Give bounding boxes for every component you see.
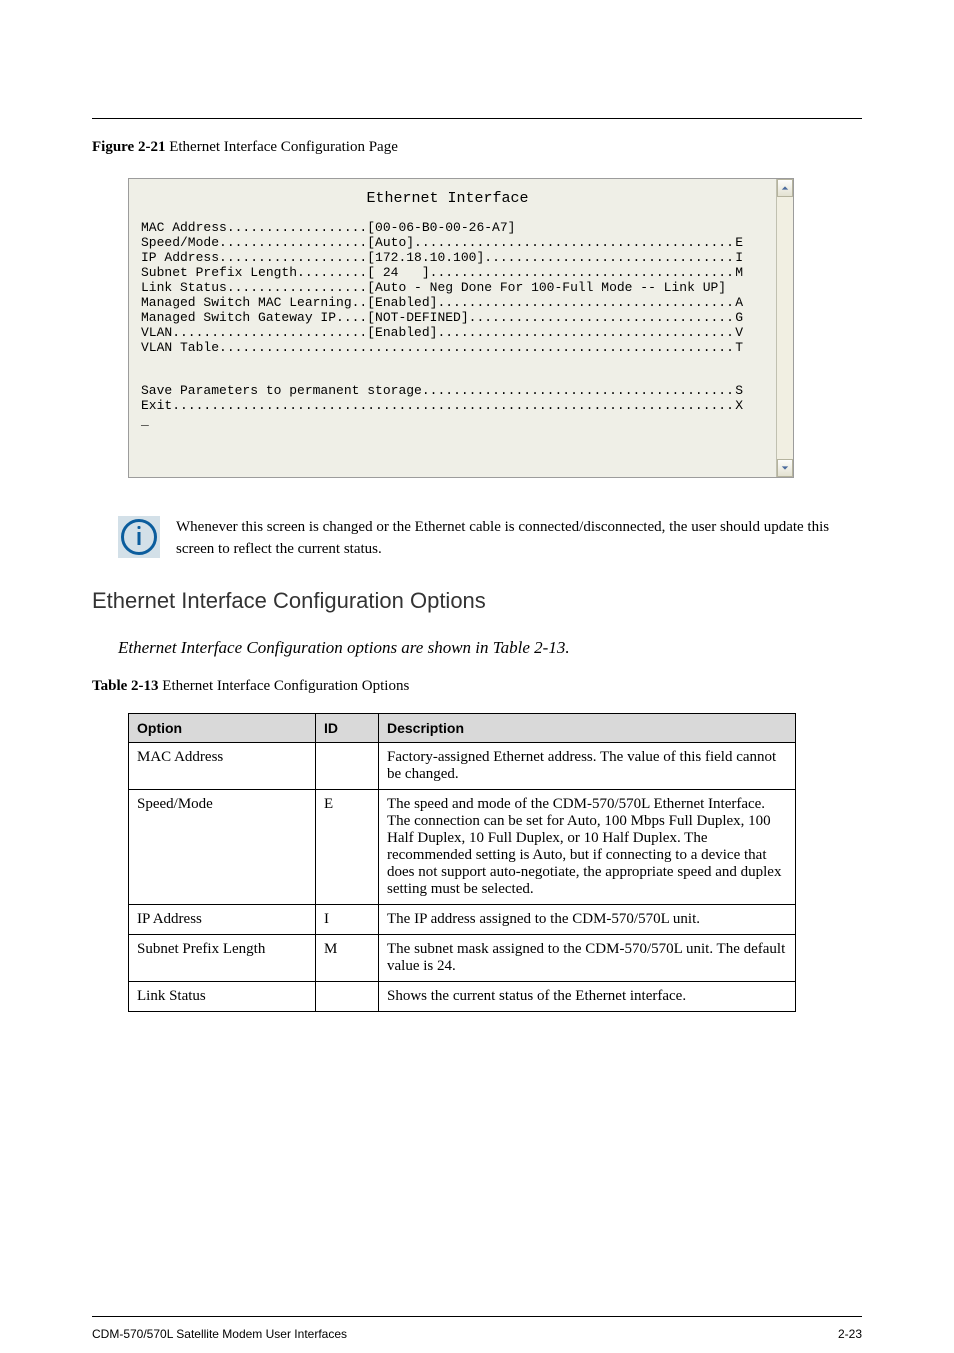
terminal-line: Link Status..................[Auto - Neg…: [141, 280, 743, 295]
terminal-line-left: Subnet Prefix Length.........[ 24 ]: [141, 265, 430, 280]
table-header-row: Option ID Description: [129, 714, 796, 743]
terminal-line-right: V: [735, 325, 743, 340]
terminal-line-right: G: [735, 310, 743, 325]
terminal-line-left: IP Address...................[172.18.10.…: [141, 250, 484, 265]
cell-id: [316, 982, 379, 1012]
terminal-line-left: Exit: [141, 398, 172, 413]
cell-option: Subnet Prefix Length: [129, 935, 316, 982]
scrollbar[interactable]: [776, 179, 793, 477]
scroll-up-button[interactable]: [777, 179, 793, 197]
terminal-line-fill: [219, 340, 735, 355]
terminal-line-left: VLAN.........................[Enabled]: [141, 325, 437, 340]
figure-caption: Figure 2-21 Ethernet Interface Configura…: [92, 139, 862, 156]
terminal-line: Managed Switch Gateway IP....[NOT-DEFINE…: [141, 310, 743, 325]
table-caption-title: Ethernet Interface Configuration Options: [159, 678, 410, 694]
terminal-line: MAC Address..................[00-06-B0-0…: [141, 220, 743, 235]
cell-id: M: [316, 935, 379, 982]
col-desc: Description: [379, 714, 796, 743]
terminal-line: Speed/Mode...................[Auto] E: [141, 235, 743, 250]
terminal-line-right: S: [735, 383, 743, 398]
chevron-up-icon: [781, 184, 789, 192]
terminal-line-left: VLAN Table: [141, 340, 219, 355]
terminal-line: Save Parameters to permanent storage S: [141, 383, 743, 398]
table-row: MAC Address Factory-assigned Ethernet add…: [129, 743, 796, 790]
terminal-line: Exit X: [141, 398, 743, 413]
table-row: Speed/ModeEThe speed and mode of the CDM…: [129, 790, 796, 905]
footer-left: CDM-570/570L Satellite Modem User Interf…: [92, 1327, 347, 1341]
chevron-down-icon: [781, 464, 789, 472]
note-text: Whenever this screen is changed or the E…: [176, 516, 862, 560]
terminal-line-fill: [484, 250, 735, 265]
table-caption-label: Table 2-13: [92, 678, 159, 694]
terminal-line-left: Managed Switch MAC Learning..[Enabled]: [141, 295, 437, 310]
terminal-line-left: Speed/Mode...................[Auto]: [141, 235, 414, 250]
cell-option: IP Address: [129, 905, 316, 935]
terminal-line-fill: [437, 295, 735, 310]
info-icon: [118, 516, 160, 558]
table-row: IP AddressIThe IP address assigned to th…: [129, 905, 796, 935]
terminal-line-left: Managed Switch Gateway IP....[NOT-DEFINE…: [141, 310, 469, 325]
terminal-line-fill: [422, 383, 735, 398]
terminal-line: VLAN.........................[Enabled] V: [141, 325, 743, 340]
terminal-line-fill: [414, 235, 735, 250]
section-heading: Ethernet Interface Configuration Options: [92, 588, 862, 614]
terminal-body: Ethernet Interface MAC Address..........…: [129, 179, 776, 477]
terminal-line-fill: [172, 398, 735, 413]
cell-desc: Factory-assigned Ethernet address. The v…: [379, 743, 796, 790]
terminal-line: VLAN Table T: [141, 340, 743, 355]
terminal-line: Managed Switch MAC Learning..[Enabled] A: [141, 295, 743, 310]
cell-option: Speed/Mode: [129, 790, 316, 905]
cell-desc: Shows the current status of the Ethernet…: [379, 982, 796, 1012]
terminal-line-right: M: [735, 265, 743, 280]
table-row: Link Status Shows the current status of t…: [129, 982, 796, 1012]
footer-right: 2-23: [838, 1327, 862, 1341]
terminal-line-fill: [469, 310, 736, 325]
cell-desc: The subnet mask assigned to the CDM-570/…: [379, 935, 796, 982]
figure-title: Ethernet Interface Configuration Page: [165, 139, 397, 155]
terminal-line-left: Save Parameters to permanent storage: [141, 383, 422, 398]
terminal-line: Subnet Prefix Length.........[ 24 ] M: [141, 265, 743, 280]
options-table: Option ID Description MAC Address Factory…: [128, 713, 796, 1012]
note-block: Whenever this screen is changed or the E…: [118, 516, 862, 560]
terminal-line-left: MAC Address..................[00-06-B0-0…: [141, 220, 515, 235]
terminal-title: Ethernet Interface: [141, 191, 754, 206]
cell-id: I: [316, 905, 379, 935]
terminal-line-left: Link Status..................[Auto - Neg…: [141, 280, 726, 295]
table-row: Subnet Prefix LengthMThe subnet mask ass…: [129, 935, 796, 982]
header-rule: [92, 118, 862, 119]
cell-option: Link Status: [129, 982, 316, 1012]
footer-rule: [92, 1316, 862, 1317]
col-id: ID: [316, 714, 379, 743]
col-option: Option: [129, 714, 316, 743]
footer: CDM-570/570L Satellite Modem User Interf…: [92, 1327, 862, 1341]
terminal-line: IP Address...................[172.18.10.…: [141, 250, 743, 265]
terminal-line-right: E: [735, 235, 743, 250]
cell-option: MAC Address: [129, 743, 316, 790]
terminal-line-right: A: [735, 295, 743, 310]
scrollbar-track[interactable]: [777, 197, 793, 459]
terminal-screenshot: Ethernet Interface MAC Address..........…: [128, 178, 794, 478]
scroll-down-button[interactable]: [777, 459, 793, 477]
cell-desc: The IP address assigned to the CDM-570/5…: [379, 905, 796, 935]
terminal-line-right: I: [735, 250, 743, 265]
terminal-line-right: T: [735, 340, 743, 355]
figure-label: Figure 2-21: [92, 139, 165, 155]
terminal-line-fill: [430, 265, 736, 280]
terminal-line-fill: [437, 325, 735, 340]
table-caption: Table 2-13 Ethernet Interface Configurat…: [92, 678, 862, 695]
terminal-cursor: _: [141, 413, 754, 428]
cell-desc: The speed and mode of the CDM-570/570L E…: [379, 790, 796, 905]
cell-id: [316, 743, 379, 790]
section-subtitle: Ethernet Interface Configuration options…: [118, 638, 862, 658]
terminal-line-right: X: [735, 398, 743, 413]
cell-id: E: [316, 790, 379, 905]
